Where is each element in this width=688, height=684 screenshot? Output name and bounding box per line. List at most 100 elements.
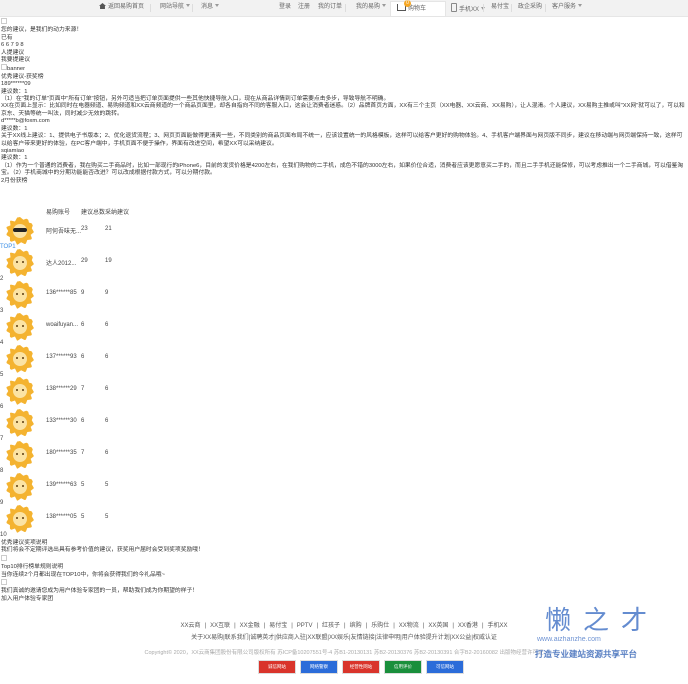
rank-account: 137******93 xyxy=(46,354,77,360)
footer-link[interactable]: 乐购仕 xyxy=(371,623,389,629)
footer-link[interactable]: XX互联 xyxy=(210,623,230,629)
rank-total: 5 xyxy=(81,514,85,520)
rank-account: 139******63 xyxy=(46,482,77,488)
broken-image-icon xyxy=(1,554,7,561)
suggestion-count-suffix: 人提建议 xyxy=(1,49,25,56)
footer-link[interactable]: 用户体验提升计划 xyxy=(402,635,450,641)
footer-link[interactable]: XX物流 xyxy=(399,623,419,629)
footer-link[interactable]: XX娱乐 xyxy=(329,635,349,641)
message-dropdown[interactable]: 消息 xyxy=(201,3,220,12)
watermark-slogan: 打造专业建站资源共享平台 xyxy=(535,649,638,659)
footer-link[interactable]: XX金融 xyxy=(240,623,260,629)
rank-adopted: 5 xyxy=(105,482,109,488)
login-link[interactable]: 登录 xyxy=(279,3,291,12)
watermark-title: 懒之才 xyxy=(545,606,660,636)
user-account: 189******09 xyxy=(1,81,31,88)
suggestion-total: 建议数：1 xyxy=(1,125,28,132)
certification-badge[interactable]: 信用评价 xyxy=(384,660,422,674)
rank-total: 6 xyxy=(81,418,85,424)
divider xyxy=(545,4,546,12)
rank-account: 180******35 xyxy=(46,450,77,456)
footer-link[interactable]: 联系我们 xyxy=(225,635,249,641)
footer-link[interactable]: XX公益 xyxy=(451,635,471,641)
footer-link[interactable]: 手机XX xyxy=(488,623,508,629)
rank-total: 6 xyxy=(81,322,85,328)
divider xyxy=(150,4,151,12)
table-row: 138******05 5 5 10 xyxy=(0,505,200,538)
sunglasses-icon xyxy=(13,228,27,232)
register-link[interactable]: 注册 xyxy=(298,3,310,12)
yifubao-link[interactable]: 易付宝 xyxy=(491,3,509,12)
certification-badge[interactable]: 经营性网站 xyxy=(342,660,380,674)
rank-total: 29 xyxy=(81,258,88,264)
table-row: 180******35 7 6 8 xyxy=(0,441,200,474)
watermark-url: www.aizhanzhe.com xyxy=(537,636,601,643)
rank-total: 7 xyxy=(81,450,85,456)
site-nav-dropdown[interactable]: 网站导航 xyxy=(160,3,191,12)
rank-account: woaifuyan... xyxy=(46,322,79,328)
divider: | xyxy=(481,623,484,629)
rank-account: 138******29 xyxy=(46,386,77,392)
certification-badge[interactable]: 诚信网站 xyxy=(258,660,296,674)
avatar xyxy=(6,473,34,501)
top10-rules-heading: Top10排行榜单规则说明 xyxy=(1,564,64,571)
divider: | xyxy=(316,623,319,629)
rank-adopted: 6 xyxy=(105,354,109,360)
chevron-down-icon xyxy=(578,4,583,7)
footer-link[interactable]: 法律申明 xyxy=(376,635,400,641)
footer-link[interactable]: XX英国 xyxy=(428,623,448,629)
certification-badge[interactable]: 可信网站 xyxy=(426,660,464,674)
top10-rules-text: 当你连续2个月都出现在TOP10中，你将会获得我们的今礼品哦~ xyxy=(1,571,165,578)
divider: | xyxy=(452,623,454,629)
column-header-adopted: 采纳建议 xyxy=(105,210,130,216)
avatar xyxy=(6,377,34,405)
suggestion-count-label: 已有 xyxy=(1,34,13,41)
footer-link[interactable]: 易付宝 xyxy=(269,623,287,629)
footer-link[interactable]: XX联盟 xyxy=(307,635,327,641)
suggestion-count: 6 6 7 9 8 xyxy=(1,42,24,49)
footer-link[interactable]: XX云商 xyxy=(180,623,200,629)
divider: | xyxy=(422,623,425,629)
rank-index: 10 xyxy=(0,532,7,538)
divider: | xyxy=(204,623,207,629)
rank-account: 136******85 xyxy=(46,290,77,296)
table-row: 137******93 6 6 5 xyxy=(0,345,200,378)
ranking-period: 2月份获榜 xyxy=(1,177,28,184)
customer-service-dropdown[interactable]: 客户服务 xyxy=(552,3,583,12)
avatar xyxy=(6,505,34,533)
footer-link[interactable]: 诚聘英才 xyxy=(250,635,274,641)
avatar xyxy=(6,313,34,341)
column-header-account: 易购账号 xyxy=(46,210,71,216)
table-row: 阿何吾味无... 23 21 TOP1 xyxy=(0,217,200,250)
submit-suggestion-link[interactable]: 我要提建议 xyxy=(1,57,687,64)
rank-adopted: 6 xyxy=(105,418,109,424)
rank-total: 6 xyxy=(81,354,85,360)
home-link[interactable]: 返回易购首页 xyxy=(99,3,144,12)
table-row: 136******85 9 9 3 xyxy=(0,281,200,314)
avatar xyxy=(6,281,34,309)
suggestion-text: 关于XX线上建议：1、提供电子书版本；2、优化退货流程；3、网页页面能做得更清爽… xyxy=(1,133,683,147)
footer-link[interactable]: 红孩子 xyxy=(322,623,340,629)
footer-link[interactable]: 缤购 xyxy=(350,623,362,629)
cart-label[interactable]: 购物车 xyxy=(397,4,426,14)
enterprise-link[interactable]: 政企采购 xyxy=(518,3,542,12)
footer-link[interactable]: PPTV xyxy=(297,623,313,629)
footer-link[interactable]: XX香港 xyxy=(458,623,478,629)
table-row: 138******29 7 6 6 xyxy=(0,377,200,410)
footer-link[interactable]: 供应商入驻 xyxy=(276,635,306,641)
certification-badge[interactable]: 网络警察 xyxy=(300,660,338,674)
suggestion-text: XX在页面上显示：比如同时在电器频道、易购频道和XX云商频道的一个商品页面里，却… xyxy=(1,103,685,117)
rank-total: 7 xyxy=(81,386,85,392)
my-orders-link[interactable]: 我的订单 xyxy=(318,3,342,12)
suggestion-total: 建议数：1 xyxy=(1,155,28,162)
footer-link[interactable]: 友情链接 xyxy=(351,635,375,641)
divider: | xyxy=(234,623,236,629)
user-account: d*****b@foxm.com xyxy=(1,118,50,125)
mobile-app-dropdown[interactable]: 手机XX xyxy=(451,3,486,15)
rank-adopted: 6 xyxy=(105,450,109,456)
my-yigou-dropdown[interactable]: 我的易购 xyxy=(356,3,387,12)
footer-link[interactable]: 权威认证 xyxy=(473,635,497,641)
footer-link[interactable]: 关于XX易购 xyxy=(191,635,223,641)
column-header-total: 建议总数 xyxy=(81,210,106,216)
suggestion-text: （1）作为一个普通的消费者，我在购买二手商品时，比如一部现行的iPhone6，目… xyxy=(1,162,684,177)
